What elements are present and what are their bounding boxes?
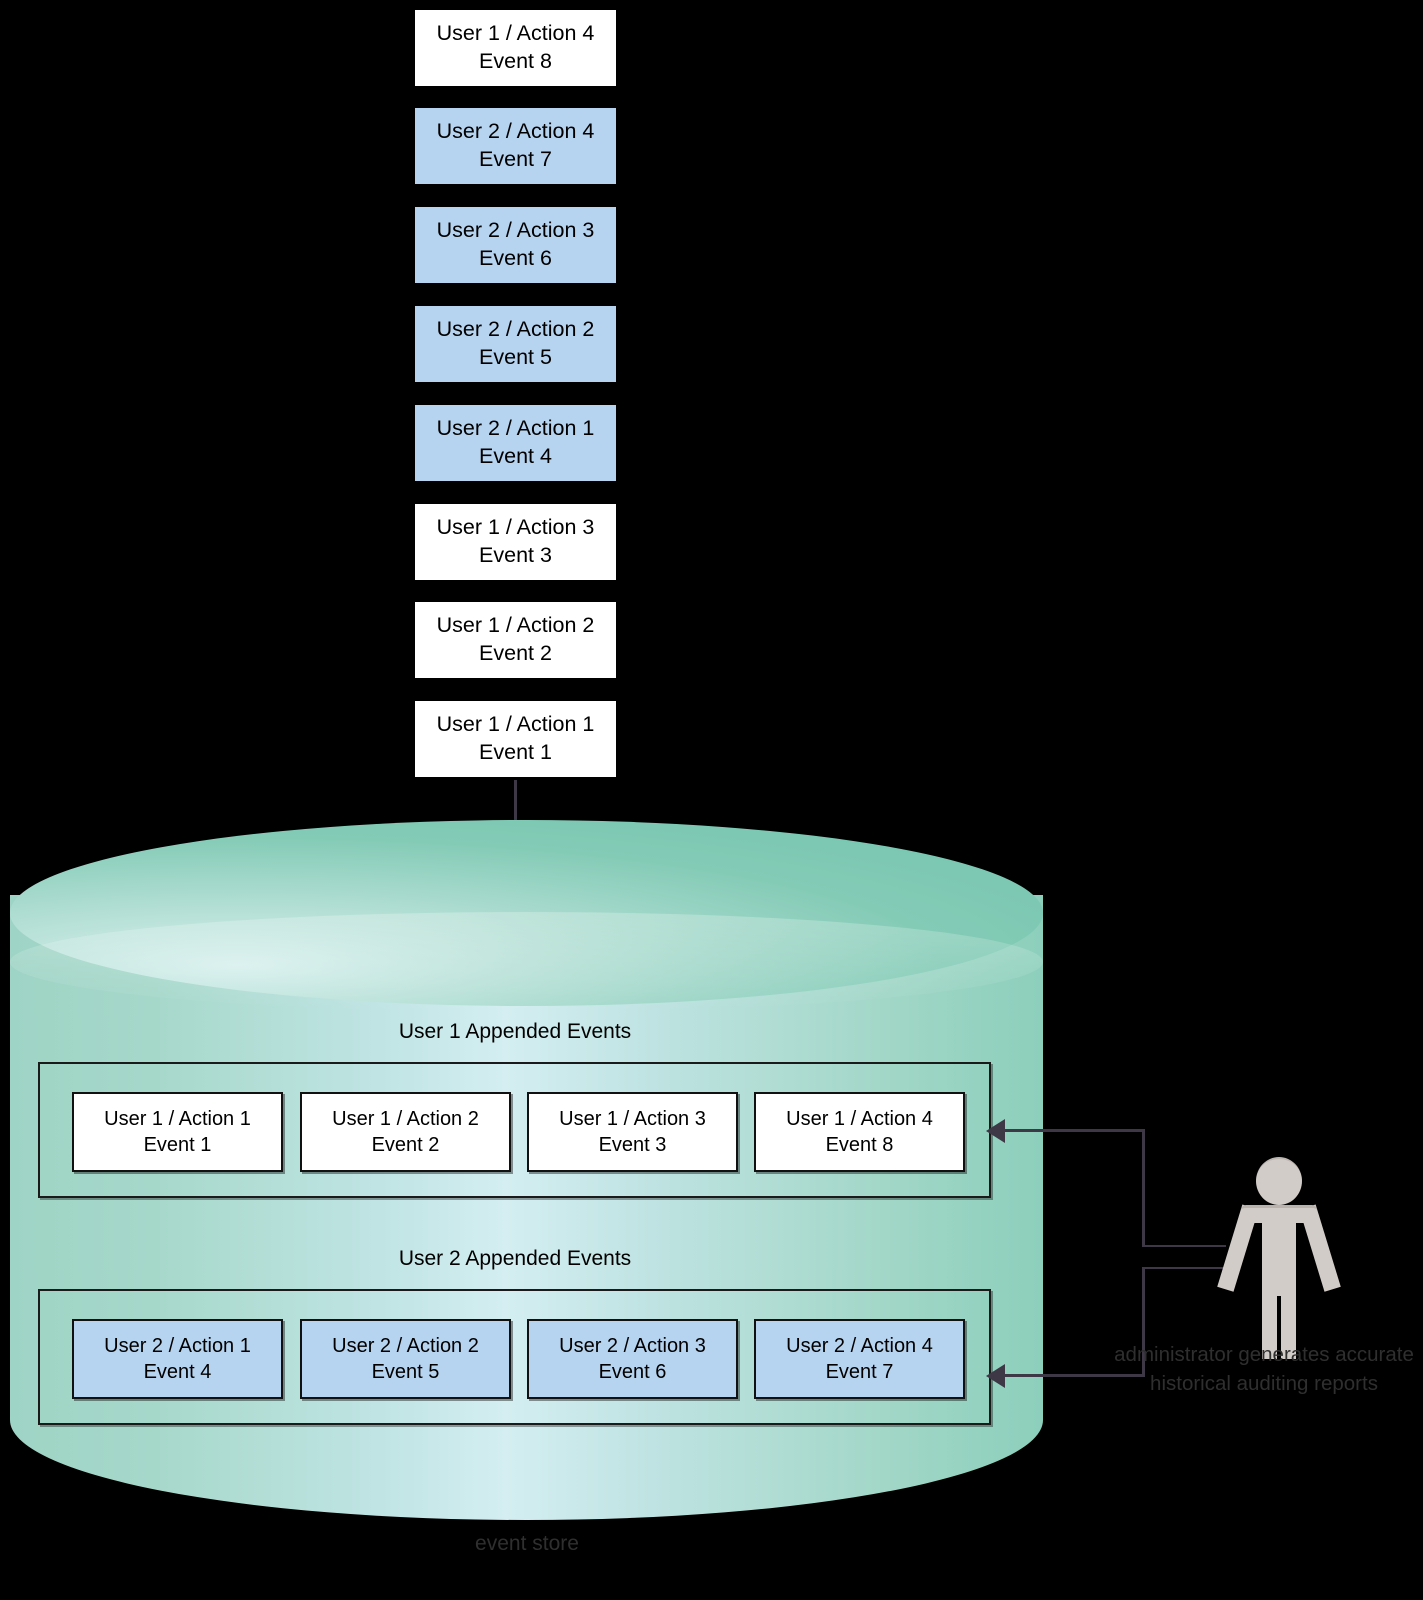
stack-event-title: User 2 / Action 3 [436, 218, 595, 243]
event-card-id: Event 1 [143, 1134, 212, 1156]
event-card-id: Event 6 [598, 1361, 667, 1383]
stack-event-title: User 1 / Action 2 [436, 613, 595, 638]
event-card-title: User 2 / Action 1 [104, 1335, 251, 1357]
stack-event-box: User 2 / Action 2 Event 5 [413, 304, 618, 384]
stack-event-id: Event 3 [479, 543, 552, 567]
stack-event-box: User 1 / Action 2 Event 2 [413, 600, 618, 680]
event-card: User 1 / Action 3 Event 3 [527, 1092, 738, 1172]
stack-event-title: User 2 / Action 4 [436, 119, 595, 144]
person-torso [1262, 1205, 1296, 1296]
stack-event-box: User 2 / Action 3 Event 6 [413, 205, 618, 285]
admin-arrow-head-user2 [986, 1364, 1005, 1388]
admin-connector-stub-lower [1142, 1267, 1226, 1269]
stack-event-id: Event 5 [479, 345, 552, 369]
event-card: User 1 / Action 2 Event 2 [300, 1092, 511, 1172]
event-card-id: Event 5 [371, 1361, 440, 1383]
user2-group-label: User 2 Appended Events [398, 1247, 632, 1270]
stack-event-title: User 1 / Action 1 [436, 712, 595, 737]
person-head [1256, 1157, 1302, 1205]
stack-event-title: User 2 / Action 2 [436, 317, 595, 342]
stack-event-box: User 1 / Action 1 Event 1 [413, 699, 618, 779]
event-card: User 1 / Action 4 Event 8 [754, 1092, 965, 1172]
stack-event-id: Event 6 [479, 246, 552, 270]
administrator-person-icon [1217, 1157, 1341, 1362]
stack-event-box: User 2 / Action 1 Event 4 [413, 403, 618, 483]
event-card-id: Event 2 [371, 1134, 440, 1156]
user1-group-label: User 1 Appended Events [398, 1020, 632, 1043]
user1-events-container: User 1 / Action 1 Event 1 User 1 / Actio… [38, 1062, 991, 1198]
admin-arrow-line-user1 [1005, 1129, 1145, 1132]
stack-event-box: User 1 / Action 4 Event 8 [413, 8, 618, 88]
event-store-caption: event store [475, 1532, 579, 1555]
stack-event-title: User 2 / Action 1 [436, 416, 595, 441]
user2-events-container: User 2 / Action 1 Event 4 User 2 / Actio… [38, 1289, 991, 1425]
event-card-id: Event 8 [825, 1134, 894, 1156]
stack-event-box: User 2 / Action 4 Event 7 [413, 106, 618, 186]
event-card-id: Event 7 [825, 1361, 894, 1383]
administrator-caption: administrator generates accurate histori… [1114, 1343, 1414, 1396]
cylinder-top-ellipse [10, 820, 1043, 1006]
stack-event-title: User 1 / Action 4 [436, 21, 595, 46]
event-card-id: Event 3 [598, 1134, 667, 1156]
event-card: User 2 / Action 4 Event 7 [754, 1319, 965, 1399]
stack-event-id: Event 1 [479, 740, 552, 764]
event-card-id: Event 4 [143, 1361, 212, 1383]
event-card-title: User 2 / Action 2 [332, 1335, 479, 1357]
event-card-title: User 1 / Action 2 [332, 1108, 479, 1130]
event-card: User 2 / Action 3 Event 6 [527, 1319, 738, 1399]
stack-event-id: Event 2 [479, 641, 552, 665]
admin-connector-upper-trunk [1142, 1129, 1145, 1246]
event-card: User 2 / Action 2 Event 5 [300, 1319, 511, 1399]
event-card-title: User 2 / Action 3 [559, 1335, 706, 1357]
diagram-canvas: User 1 / Action 4 Event 8 User 2 / Actio… [0, 0, 1423, 1600]
stack-event-id: Event 7 [479, 147, 552, 171]
stack-event-id: Event 8 [479, 49, 552, 73]
stack-event-box: User 1 / Action 3 Event 3 [413, 502, 618, 582]
stack-event-title: User 1 / Action 3 [436, 515, 595, 540]
admin-arrow-head-user1 [986, 1119, 1005, 1143]
event-card-title: User 1 / Action 3 [559, 1108, 706, 1130]
stack-event-id: Event 4 [479, 444, 552, 468]
event-card-title: User 2 / Action 4 [786, 1335, 933, 1357]
event-card: User 2 / Action 1 Event 4 [72, 1319, 283, 1399]
event-card-title: User 1 / Action 1 [104, 1108, 251, 1130]
admin-connector-stub-upper [1142, 1245, 1226, 1247]
event-card: User 1 / Action 1 Event 1 [72, 1092, 283, 1172]
event-card-title: User 1 / Action 4 [786, 1108, 933, 1130]
